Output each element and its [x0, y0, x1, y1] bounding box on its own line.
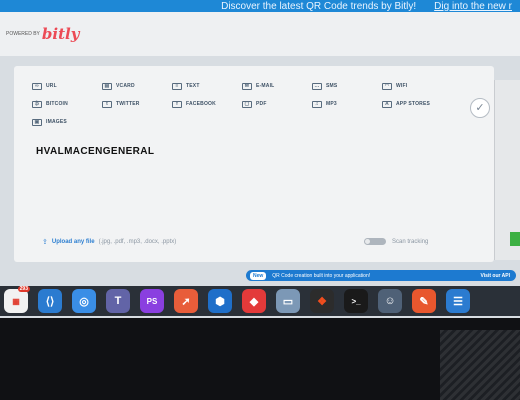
image-icon: ▣ [32, 118, 42, 126]
qr-type-url[interactable]: ∞ URL [32, 78, 102, 94]
qr-type-label: TWITTER [116, 101, 140, 107]
qr-type-label: SMS [326, 83, 338, 89]
promo-bar: Discover the latest QR Code trends by Bi… [0, 0, 520, 12]
browser-screen: Discover the latest QR Code trends by Bi… [0, 0, 520, 318]
music-icon: ♫ [312, 100, 322, 108]
bitly-logo[interactable]: bitly [42, 25, 80, 43]
qr-type-sms[interactable]: … SMS [312, 78, 382, 94]
preview-icon[interactable]: ▭ [276, 289, 300, 313]
vcard-icon: ▤ [102, 82, 112, 90]
scan-tracking-row: Scan tracking [364, 238, 428, 245]
qr-type-row: ₿ BITCOIN t TWITTER f FACEBOOK ▢ PDF ♫ MP3 AA… [32, 96, 472, 112]
api-banner-cta[interactable]: Visit our API [481, 273, 510, 279]
anydesk-icon[interactable]: ◆ [242, 289, 266, 313]
finder-icon[interactable]: ☺ [378, 289, 402, 313]
scan-tracking-label: Scan tracking [392, 238, 429, 245]
database-icon[interactable]: ☰ [446, 289, 470, 313]
upload-row: ⇪ Upload any file (.jpg, .pdf, .mp3, .do… [42, 238, 176, 246]
qr-type-row: ∞ URL ▤ VCARD ≡ TEXT ✉ E-MAIL … SMS ◠ WIFI [32, 78, 472, 94]
qr-type-label: E-MAIL [256, 83, 275, 89]
qr-type-label: MP3 [326, 101, 337, 107]
promo-link[interactable]: Dig into the new r [434, 1, 512, 12]
upload-icon: ⇪ [42, 239, 48, 246]
qr-type-label: FACEBOOK [186, 101, 216, 107]
qr-type-wifi[interactable]: ◠ WIFI [382, 78, 452, 94]
qr-type-images[interactable]: ▣ IMAGES [32, 114, 102, 130]
qr-type-pdf[interactable]: ▢ PDF [242, 96, 312, 112]
upload-file-link[interactable]: Upload any file [52, 239, 95, 245]
twitter-icon: t [102, 100, 112, 108]
qr-type-text[interactable]: ≡ TEXT [172, 78, 242, 94]
qr-type-label: WIFI [396, 83, 408, 89]
qr-generator-card: ∞ URL ▤ VCARD ≡ TEXT ✉ E-MAIL … SMS ◠ WIFI ₿ BI… [14, 66, 494, 262]
api-banner[interactable]: New QR Code creation built into your app… [246, 270, 516, 281]
powered-by-label: POWERED BY [6, 31, 40, 37]
checkmark-icon[interactable]: ✓ [470, 98, 490, 118]
qr-type-label: APP STORES [396, 101, 431, 107]
text-icon: ≡ [172, 82, 182, 90]
phpstorm-icon[interactable]: PS [140, 289, 164, 313]
facebook-icon: f [172, 100, 182, 108]
calendar-icon[interactable]: ▦ 293 [4, 286, 30, 313]
vscode-icon[interactable]: ⟨⟩ [38, 289, 62, 313]
desk-surface [440, 330, 520, 400]
mail-icon: ✉ [242, 82, 252, 90]
notification-badge: 293 [17, 286, 30, 292]
qr-type-row: ▣ IMAGES [32, 114, 472, 130]
sms-icon: … [312, 82, 322, 90]
sourcetree-icon[interactable]: ⬢ [208, 289, 232, 313]
app-store-icon: A [382, 100, 392, 108]
qr-type-label: TEXT [186, 83, 200, 89]
qr-type-app-stores[interactable]: A APP STORES [382, 96, 452, 112]
link-icon: ∞ [32, 82, 42, 90]
qr-type-facebook[interactable]: f FACEBOOK [172, 96, 242, 112]
qr-content-input[interactable]: HVALMACENGENERAL [36, 146, 154, 157]
qr-type-bitcoin[interactable]: ₿ BITCOIN [32, 96, 102, 112]
api-banner-text: QR Code creation built into your applica… [272, 272, 371, 279]
qr-type-label: URL [46, 83, 57, 89]
qr-type-label: VCARD [116, 83, 135, 89]
qr-type-selector: ∞ URL ▤ VCARD ≡ TEXT ✉ E-MAIL … SMS ◠ WIFI ₿ BI… [32, 78, 472, 132]
safari-icon[interactable]: ◎ [72, 289, 96, 313]
promo-text: Discover the latest QR Code trends by Bi… [221, 0, 417, 12]
postman-icon[interactable]: ➚ [174, 289, 198, 313]
qr-type-label: IMAGES [46, 119, 67, 125]
bitcoin-icon: ₿ [32, 100, 42, 108]
teams-icon[interactable]: T [106, 289, 130, 313]
qr-type-label: PDF [256, 101, 267, 107]
qr-type-vcard[interactable]: ▤ VCARD [102, 78, 172, 94]
wifi-icon: ◠ [382, 82, 392, 90]
pencil-icon[interactable]: ✎ [412, 289, 436, 313]
new-badge: New [250, 271, 267, 280]
download-tab[interactable] [510, 232, 520, 246]
qr-type-email[interactable]: ✉ E-MAIL [242, 78, 312, 94]
qr-type-label: BITCOIN [46, 101, 68, 107]
site-header: POWERED BY bitly [0, 12, 520, 56]
qr-type-mp3[interactable]: ♫ MP3 [312, 96, 382, 112]
terminal-icon[interactable]: >_ [344, 289, 368, 313]
scan-tracking-toggle[interactable] [364, 238, 386, 245]
upload-hint: (.jpg, .pdf, .mp3, .docx, .pptx) [98, 239, 177, 245]
figma-icon[interactable]: ❖ [310, 289, 334, 313]
pdf-icon: ▢ [242, 100, 252, 108]
macos-dock: ▦ 293 ⟨⟩ ◎ T PS ➚ ⬢ ◆ ▭ ❖ >_ ☺ ✎ ☰ [0, 286, 520, 316]
qr-type-twitter[interactable]: t TWITTER [102, 96, 172, 112]
